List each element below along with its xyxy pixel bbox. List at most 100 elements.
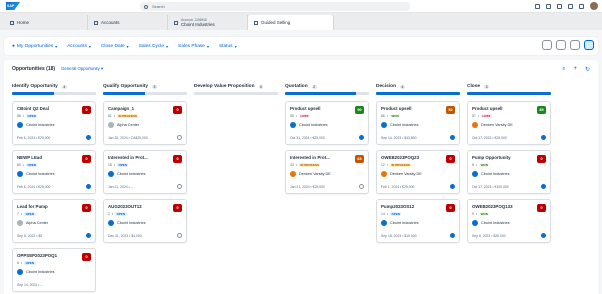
opportunity-card[interactable]: Product upsell 55 • LOST Cboint Industries Oc… xyxy=(285,100,369,145)
filter-toggle-button[interactable] xyxy=(542,40,552,50)
card-title[interactable]: Pump2023OS12 xyxy=(381,204,441,209)
home-icon xyxy=(10,20,14,25)
column-title: Develop Value Proposition xyxy=(194,84,255,89)
tab-account-detail[interactable]: Account: 1306948 Cboint Industries xyxy=(168,15,248,30)
star-icon[interactable] xyxy=(568,3,573,9)
search-field[interactable]: Search xyxy=(140,2,410,11)
building-icon xyxy=(174,20,178,25)
account-name[interactable]: Alpha Center xyxy=(117,123,139,127)
card-title[interactable]: Product upsell xyxy=(381,106,441,111)
account-name[interactable]: Cboint Industries xyxy=(481,221,510,225)
score-badge: 63 xyxy=(355,154,364,163)
opportunity-card[interactable]: OWEB2023POQ133 9 • WON Cboint Industries Sep … xyxy=(467,198,551,243)
tab-label: Accounts xyxy=(101,20,120,25)
score-badge: 0 xyxy=(82,154,91,163)
account-name[interactable]: Cboint Industries xyxy=(117,221,146,225)
board-view-button[interactable] xyxy=(584,40,594,50)
account-name[interactable]: Cboint Industries xyxy=(299,123,328,127)
bell-icon[interactable] xyxy=(579,3,584,9)
filter-sales-phase[interactable]: Sales Phase ▾ xyxy=(178,44,209,49)
check-circle-icon[interactable] xyxy=(450,232,455,238)
filter-sales-cycle[interactable]: Sales Cycle ▾ xyxy=(139,44,168,49)
phase-progress-bar xyxy=(376,92,460,95)
account-name[interactable]: Alpha Center xyxy=(26,221,48,225)
check-circle-icon[interactable] xyxy=(450,134,455,140)
card-title[interactable]: OWEB2023POQ133 xyxy=(472,204,532,209)
tab-accounts[interactable]: Accounts xyxy=(88,15,168,30)
help-icon[interactable] xyxy=(557,3,562,9)
opportunity-card[interactable]: Interested in Prot... 43 • IN PROCESS Denken… xyxy=(285,149,369,194)
card-title[interactable]: Product upsell xyxy=(472,106,532,111)
account-name[interactable]: Denken Varsity DE xyxy=(481,123,513,127)
card-title[interactable]: NEWP LEad xyxy=(17,155,77,160)
account-row: Cboint Industries xyxy=(290,121,364,128)
add-icon[interactable]: + xyxy=(573,66,577,73)
card-title[interactable]: CBoint Q2 Deal xyxy=(17,106,77,111)
filter-my-opportunities[interactable]: ● My Opportunities ▾ xyxy=(12,44,57,49)
column-title: Identify Opportunity xyxy=(12,84,58,89)
account-name[interactable]: Cboint Industries xyxy=(390,221,419,225)
card-title[interactable]: AUG2023OUT12 xyxy=(108,204,168,209)
check-circle-icon[interactable] xyxy=(86,183,91,189)
settings-button[interactable] xyxy=(556,40,566,50)
check-circle-icon[interactable] xyxy=(359,134,364,140)
account-name[interactable]: Cboint Industries xyxy=(26,172,55,176)
opportunity-card[interactable]: NEWP LEad 80 • OPEN Cboint Industries Feb 6, … xyxy=(12,149,96,194)
account-row: Cboint Industries xyxy=(108,170,182,177)
account-name[interactable]: Denken Varsity DE xyxy=(390,172,422,176)
opportunity-card[interactable]: AUG2023OUT12 2 • OPEN Cboint Industries Dec 3… xyxy=(103,198,187,243)
check-circle-icon[interactable] xyxy=(86,134,91,140)
empty-circle-icon[interactable] xyxy=(359,183,364,189)
account-name[interactable]: Cboint Industries xyxy=(26,270,55,274)
opportunity-card[interactable]: OPPSEP2023POQ1 6 • OPEN Cboint Industries Sep… xyxy=(12,247,96,292)
card-title[interactable]: OPPSEP2023POQ1 xyxy=(17,253,77,258)
variant-selector[interactable]: General Opportunity ▾ xyxy=(61,66,103,72)
account-name[interactable]: Cboint Industries xyxy=(390,123,419,127)
account-logo-icon xyxy=(290,121,296,128)
check-circle-icon[interactable] xyxy=(541,232,546,238)
card-title[interactable]: Pump Opportunity xyxy=(472,155,532,160)
opportunity-card[interactable]: Lead for Pump 7 • OPEN Alpha Center Sep 6, 20… xyxy=(12,198,96,243)
separator: • xyxy=(111,211,114,216)
check-circle-icon[interactable] xyxy=(86,232,91,238)
layout-button[interactable] xyxy=(570,40,580,50)
card-meta: 8 • WON xyxy=(472,162,546,167)
account-name[interactable]: Cboint Industries xyxy=(26,123,55,127)
collaboration-icon[interactable] xyxy=(546,3,551,9)
opportunity-card[interactable]: Interested in Prot... 18 • OPEN Cboint Indus… xyxy=(103,149,187,194)
opportunity-card[interactable]: Pump Opportunity 8 • WON Cboint Industries Oc… xyxy=(467,149,551,194)
filter-icon[interactable] xyxy=(535,3,540,9)
account-logo-icon xyxy=(472,170,478,177)
filter-status[interactable]: Status ▾ xyxy=(219,44,237,49)
account-name[interactable]: Cboint Industries xyxy=(117,172,146,176)
card-title[interactable]: Interested in Prot... xyxy=(108,155,168,160)
opportunity-card[interactable]: OWEB2023POQ23 12 • IN PROCESS Denken Varsity… xyxy=(376,149,460,194)
tab-home[interactable]: Home xyxy=(4,15,88,30)
refresh-icon[interactable]: ↻ xyxy=(585,66,590,73)
card-title[interactable]: Campaign_1 xyxy=(108,106,168,111)
account-name[interactable]: Cboint Industries xyxy=(481,172,510,176)
filter-close-date[interactable]: Close Date ▾ xyxy=(101,44,129,49)
tab-guided-selling[interactable]: Guided Selling xyxy=(248,15,334,30)
search-icon[interactable]: ⌕ xyxy=(562,66,565,73)
opportunity-card[interactable]: Product upsell 86 • WON Cboint Industries Sep… xyxy=(376,100,460,145)
check-circle-icon[interactable] xyxy=(541,134,546,140)
opportunity-card[interactable]: Campaign_1 81 • IN PROCESS Alpha Center Jan 2… xyxy=(103,100,187,145)
tab-bar: Home Accounts Account: 1306948 Cboint Ind… xyxy=(0,13,602,30)
avatar[interactable] xyxy=(590,2,598,10)
card-title[interactable]: Lead for Pump xyxy=(17,204,77,209)
opportunity-card[interactable]: Pump2023OS12 14 • OPEN Cboint Industries Sep … xyxy=(376,198,460,243)
card-title[interactable]: Interested in Prot... xyxy=(290,155,350,160)
opportunity-card[interactable]: Product upsell 57 • LOST Denken Varsity DE Oc… xyxy=(467,100,551,145)
card-title[interactable]: OWEB2023POQ23 xyxy=(381,155,441,160)
sap-logo[interactable]: SAP xyxy=(6,2,20,10)
check-circle-icon[interactable] xyxy=(541,183,546,189)
account-name[interactable]: Denken Varsity DE xyxy=(299,172,331,176)
filter-accounts[interactable]: Accounts ▾ xyxy=(67,44,91,49)
empty-circle-icon[interactable] xyxy=(177,183,182,189)
empty-circle-icon[interactable] xyxy=(177,232,182,238)
card-title[interactable]: Product upsell xyxy=(290,106,350,111)
empty-circle-icon[interactable] xyxy=(177,134,182,140)
opportunity-card[interactable]: CBoint Q2 Deal 86 • OPEN Cboint Industries Fe… xyxy=(12,100,96,145)
check-circle-icon[interactable] xyxy=(450,183,455,189)
